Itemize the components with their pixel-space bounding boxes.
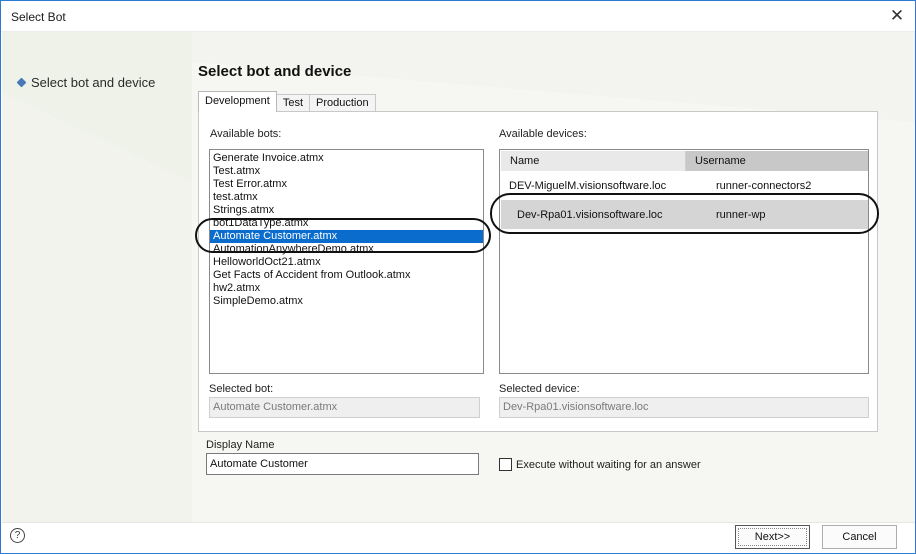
list-item[interactable]: test.atmx (210, 191, 483, 204)
list-item[interactable]: Test Error.atmx (210, 178, 483, 191)
list-item[interactable]: Test.atmx (210, 165, 483, 178)
execute-without-waiting-checkbox[interactable] (499, 458, 512, 471)
list-item[interactable]: HelloworldOct21.atmx (210, 256, 483, 269)
list-item[interactable]: Generate Invoice.atmx (210, 152, 483, 165)
step-label: Select bot and device (31, 75, 156, 90)
step-select-bot-and-device: Select bot and device (16, 75, 156, 90)
tab-development[interactable]: Development (198, 91, 277, 112)
close-icon[interactable]: ✕ (885, 4, 909, 28)
development-tab-panel: Available bots: Generate Invoice.atmx Tes… (198, 111, 878, 432)
title-bar: Select Bot ✕ (1, 1, 915, 32)
selected-bot-field: Automate Customer.atmx (209, 397, 480, 418)
device-row-selected[interactable]: Dev-Rpa01.visionsoftware.loc runner-wp (501, 200, 868, 229)
available-bots-label: Available bots: (210, 128, 282, 140)
available-bots-list[interactable]: Generate Invoice.atmx Test.atmx Test Error… (209, 149, 484, 374)
tab-test[interactable]: Test (275, 94, 311, 112)
list-item[interactable]: AutomationAnywhereDemo.atmx (210, 243, 483, 256)
display-name-input[interactable]: Automate Customer (206, 453, 479, 475)
column-header-username[interactable]: Username (686, 151, 868, 171)
execute-without-waiting-option[interactable]: Execute without waiting for an answer (499, 458, 701, 471)
select-bot-dialog: Select Bot ✕ Select bot and device Selec… (0, 0, 916, 554)
selected-device-label: Selected device: (499, 383, 580, 395)
selected-device-field: Dev-Rpa01.visionsoftware.loc (499, 397, 869, 418)
device-username: runner-connectors2 (716, 180, 812, 192)
selected-bot-label: Selected bot: (209, 383, 274, 395)
page-title: Select bot and device (198, 63, 352, 80)
list-item[interactable]: hw2.atmx (210, 282, 483, 295)
list-item-selected[interactable]: Automate Customer.atmx (210, 230, 483, 243)
diamond-bullet-icon (16, 77, 27, 88)
dialog-content: Select bot and device Select bot and dev… (2, 32, 915, 522)
device-name: DEV-MiguelM.visionsoftware.loc (509, 180, 667, 192)
cancel-button[interactable]: Cancel (822, 525, 897, 549)
device-name: Dev-Rpa01.visionsoftware.loc (517, 208, 663, 221)
available-devices-label: Available devices: (499, 128, 587, 140)
tab-production[interactable]: Production (309, 94, 376, 112)
list-item[interactable]: bot1DataType.atmx (210, 217, 483, 230)
available-devices-grid[interactable]: Name Username DEV-MiguelM.visionsoftware… (499, 149, 869, 374)
environment-tabs: Development Test Production (198, 91, 376, 112)
next-button[interactable]: Next>> (735, 525, 810, 549)
device-row[interactable]: DEV-MiguelM.visionsoftware.loc runner-co… (501, 172, 868, 200)
display-name-label: Display Name (206, 439, 275, 451)
column-header-name[interactable]: Name (501, 151, 686, 171)
list-item[interactable]: SimpleDemo.atmx (210, 295, 483, 308)
device-username: runner-wp (716, 208, 766, 221)
dialog-footer: ? Next>> Cancel (2, 522, 915, 553)
list-item[interactable]: Get Facts of Accident from Outlook.atmx (210, 269, 483, 282)
devices-header: Name Username (501, 151, 868, 171)
help-icon[interactable]: ? (10, 528, 25, 543)
execute-without-waiting-label: Execute without waiting for an answer (516, 458, 701, 471)
list-item[interactable]: Strings.atmx (210, 204, 483, 217)
window-title: Select Bot (11, 10, 66, 24)
